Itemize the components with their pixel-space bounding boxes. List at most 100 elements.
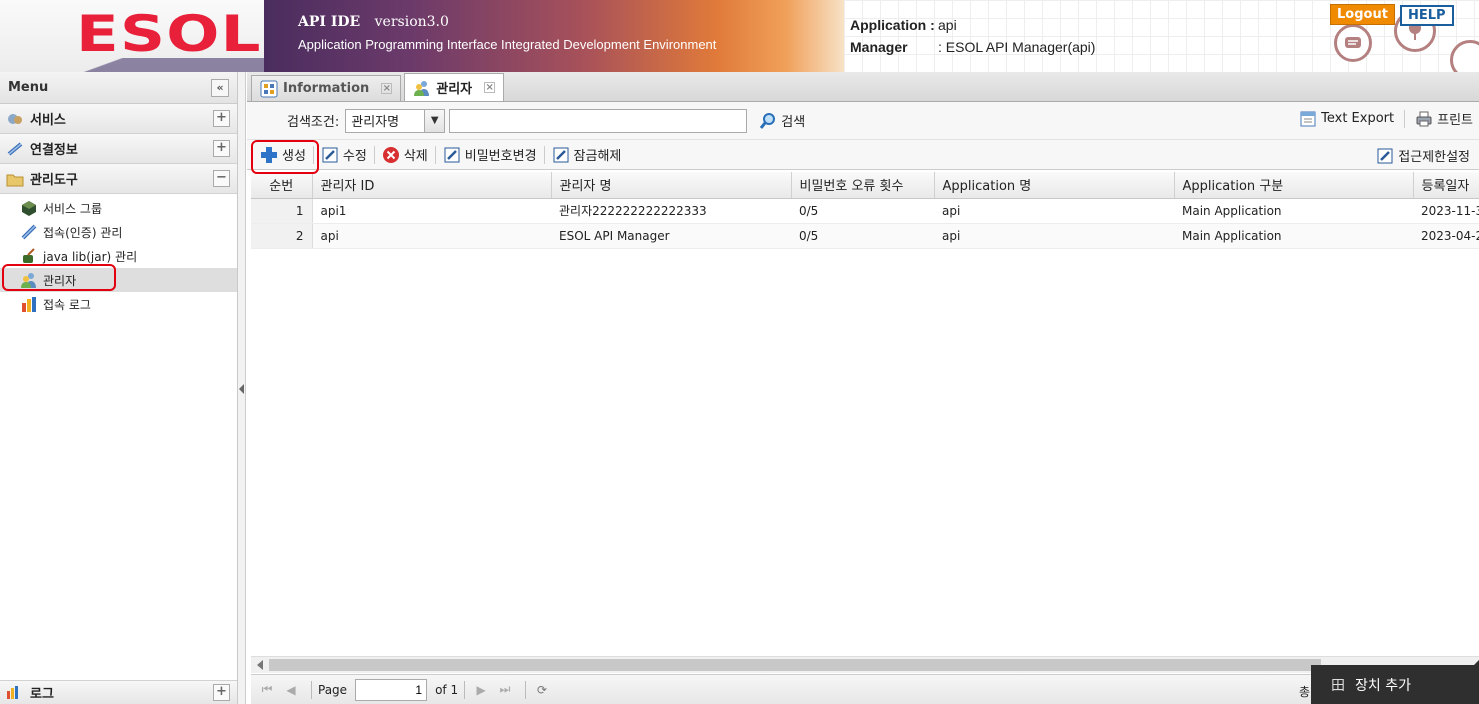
users-icon xyxy=(20,271,38,289)
product-name: API IDE xyxy=(298,14,361,30)
search-input[interactable] xyxy=(449,108,748,133)
tree-item-label: 서비스 그룹 xyxy=(43,201,103,216)
tree-item-label: 접속 로그 xyxy=(43,297,91,312)
menu-section-connection[interactable]: 연결정보 + xyxy=(0,134,237,164)
last-page-icon[interactable]: ⏭ xyxy=(495,680,515,700)
table-row[interactable]: 1 api1 관리자222222222222333 0/5 api Main A… xyxy=(251,198,1479,224)
menu-splitter[interactable] xyxy=(238,72,246,704)
services-icon xyxy=(6,111,24,127)
expand-icon[interactable]: + xyxy=(213,684,230,701)
unlock-button[interactable]: 잠금해제 xyxy=(547,145,627,164)
tab-bar: Information × 관리자 × xyxy=(247,72,1479,102)
access-restriction-button[interactable]: 접근제한설정 xyxy=(1371,146,1475,165)
column-header-admin-id[interactable]: 관리자 ID xyxy=(312,172,552,199)
close-tab-icon[interactable]: × xyxy=(381,83,393,94)
header: ESOL API IDE version3.0 Application Prog… xyxy=(0,0,1479,72)
separator xyxy=(373,145,375,164)
text-export-button[interactable]: Text Export xyxy=(1299,110,1394,128)
logout-button[interactable]: Logout xyxy=(1330,4,1395,25)
column-header-application-name[interactable]: Application 명 xyxy=(934,172,1175,199)
separator xyxy=(434,145,436,164)
change-password-button[interactable]: 비밀번호변경 xyxy=(438,145,542,164)
bulb-icon xyxy=(1450,40,1479,72)
page-number-input[interactable] xyxy=(355,678,428,701)
tree-item-access-log[interactable]: 접속 로그 xyxy=(0,292,237,316)
unlock-label: 잠금해제 xyxy=(573,149,622,164)
export-icon xyxy=(1299,110,1317,128)
pencil-icon xyxy=(552,146,570,164)
search-button[interactable]: 검색 xyxy=(759,111,805,130)
column-header-admin-name[interactable]: 관리자 명 xyxy=(551,172,792,199)
collapse-arrow-icon[interactable] xyxy=(239,384,244,394)
connection-icon xyxy=(6,141,24,157)
delete-button[interactable]: 삭제 xyxy=(377,145,433,164)
search-field-select[interactable]: 관리자명 ▼ xyxy=(345,108,446,133)
horizontal-scrollbar[interactable] xyxy=(251,656,1479,673)
separator xyxy=(464,680,466,699)
expand-icon[interactable]: + xyxy=(213,110,230,127)
application-value: api xyxy=(938,17,957,33)
menu-header: Menu « xyxy=(0,72,237,104)
tree-item-administrator[interactable]: 관리자 xyxy=(0,268,237,292)
main-panel: Information × 관리자 × 검색조건: 관리자명 ▼ 검색 Text… xyxy=(247,72,1479,704)
edit-button[interactable]: 수정 xyxy=(316,145,372,164)
scrollbar-thumb[interactable] xyxy=(269,659,1321,671)
tab-administrator[interactable]: 관리자 × xyxy=(404,73,505,101)
cell-admin-name: 관리자222222222222333 xyxy=(551,198,791,224)
print-button[interactable]: 프린트 xyxy=(1415,109,1473,128)
create-button[interactable]: 생성 xyxy=(255,145,311,164)
chevron-down-icon[interactable]: ▼ xyxy=(424,109,445,132)
create-label: 생성 xyxy=(282,149,306,164)
next-page-icon[interactable]: ▶ xyxy=(471,680,491,700)
tree-item-auth-management[interactable]: 접속(인증) 관리 xyxy=(0,220,237,244)
menu-section-admin-tools[interactable]: 관리도구 − xyxy=(0,164,237,194)
help-button[interactable]: HELP xyxy=(1400,5,1454,26)
tree-item-service-group[interactable]: 서비스 그룹 xyxy=(0,196,237,220)
cell-password-errors: 0/5 xyxy=(791,198,934,224)
separator xyxy=(1404,109,1406,128)
table-row[interactable]: 2 api ESOL API Manager 0/5 api Main Appl… xyxy=(251,223,1479,249)
first-page-icon[interactable]: ⏮ xyxy=(257,680,277,700)
product-version: version3.0 xyxy=(374,14,449,30)
esol-logo[interactable]: ESOL xyxy=(76,4,262,64)
add-device-icon: 田 xyxy=(1331,677,1345,694)
close-tab-icon[interactable]: × xyxy=(484,82,496,93)
separator xyxy=(543,145,545,164)
product-subtitle: Application Programming Interface Integr… xyxy=(298,37,717,52)
search-icon xyxy=(759,112,777,130)
menu-section-log[interactable]: 로그 + xyxy=(0,680,237,704)
change-password-label: 비밀번호변경 xyxy=(464,149,537,164)
collapse-menu-button[interactable]: « xyxy=(211,78,229,97)
refresh-icon[interactable]: ⟳ xyxy=(532,680,552,700)
add-device-popup[interactable]: 田 장치 추가 xyxy=(1311,665,1479,704)
access-restriction-label: 접근제한설정 xyxy=(1398,150,1470,165)
column-header-password-errors[interactable]: 비밀번호 오류 횟수 xyxy=(791,172,935,199)
users-icon xyxy=(413,79,431,97)
cell-registered-date: 2023-04-2 xyxy=(1413,223,1479,249)
grid-icon xyxy=(260,80,278,98)
menu-section-label: 연결정보 xyxy=(30,143,78,158)
column-header-registered-date[interactable]: 등록일자 xyxy=(1413,172,1479,199)
column-header-no[interactable]: 순번 xyxy=(251,172,313,199)
chat-icon xyxy=(1334,24,1372,62)
application-label: Application : xyxy=(850,17,935,33)
prev-page-icon[interactable]: ◀ xyxy=(281,680,301,700)
collapse-icon[interactable]: − xyxy=(213,170,230,187)
menu-section-service[interactable]: 서비스 + xyxy=(0,104,237,134)
menu-title: Menu xyxy=(8,80,49,95)
delete-label: 삭제 xyxy=(403,149,428,164)
separator xyxy=(311,680,312,699)
tab-label: Information xyxy=(283,81,370,96)
separator xyxy=(525,680,527,699)
tab-information[interactable]: Information × xyxy=(251,75,402,101)
column-header-application-type[interactable]: Application 구분 xyxy=(1174,172,1414,199)
app-info: Application : api Manager: ESOL API Manag… xyxy=(850,14,1095,58)
tree-item-label: java lib(jar) 관리 xyxy=(43,249,138,264)
select-value: 관리자명 xyxy=(351,115,400,130)
cell-admin-id: api1 xyxy=(312,198,551,224)
cell-application-name: api xyxy=(934,198,1174,224)
expand-icon[interactable]: + xyxy=(213,140,230,157)
pencil-icon xyxy=(443,146,461,164)
tree-item-java-lib[interactable]: java lib(jar) 관리 xyxy=(0,244,237,268)
scroll-left-icon[interactable] xyxy=(257,660,263,670)
